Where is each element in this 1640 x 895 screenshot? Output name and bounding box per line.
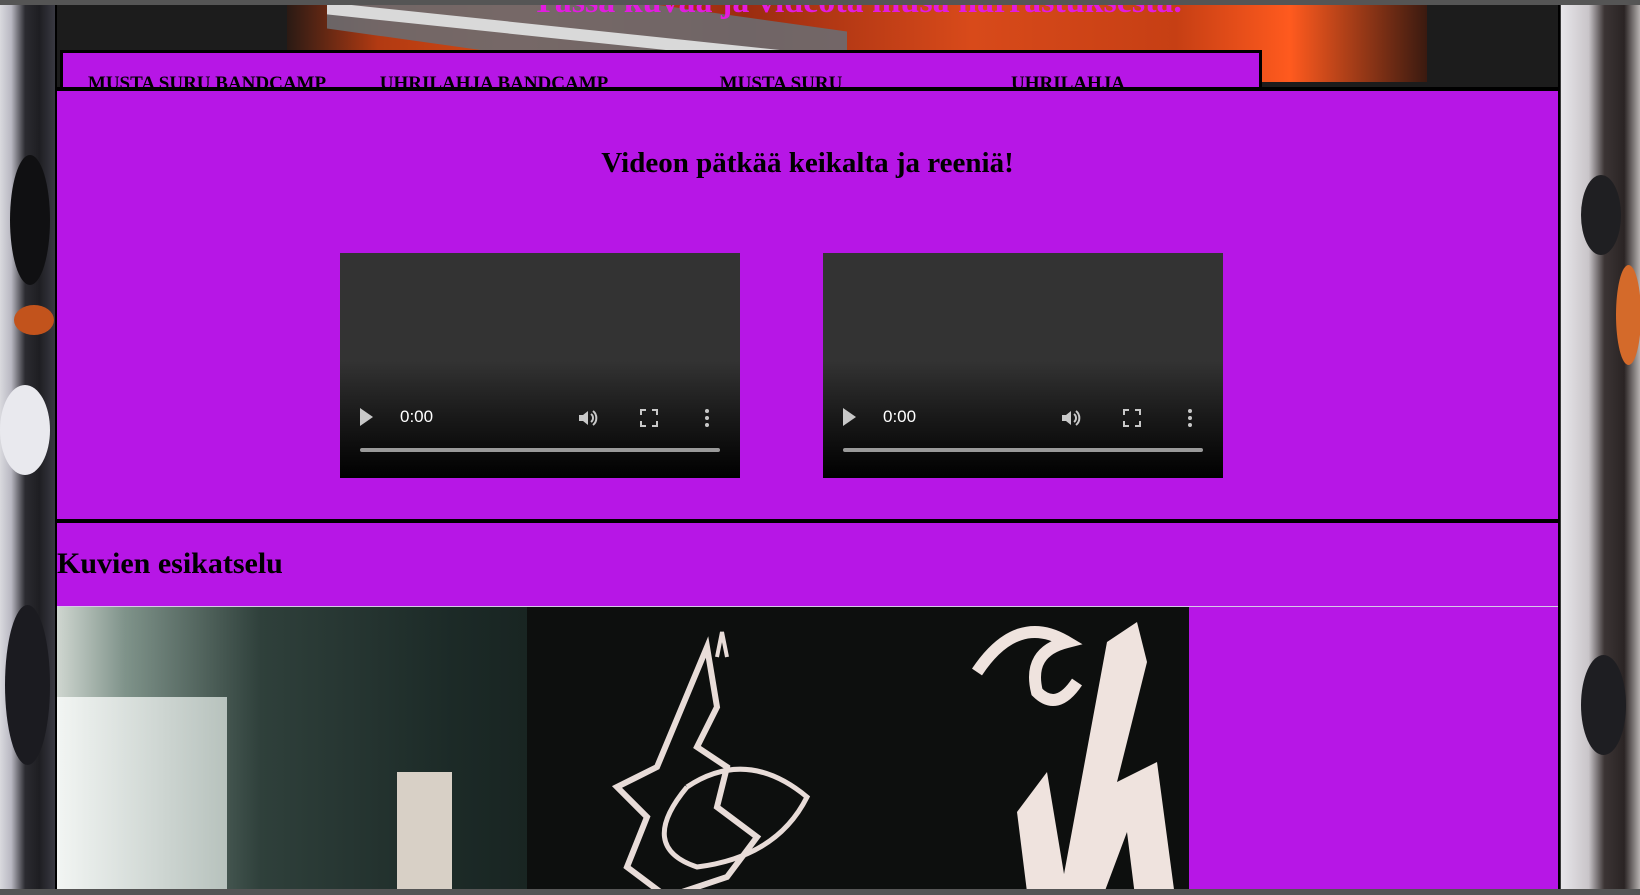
band-logo-letters bbox=[972, 622, 1175, 893]
fullscreen-icon[interactable] bbox=[1123, 409, 1141, 427]
volume-icon[interactable] bbox=[1061, 409, 1083, 427]
video-time: 0:00 bbox=[883, 407, 917, 426]
photo-detail bbox=[397, 772, 452, 893]
videos-heading: Videon pätkää keikalta ja reeniä! bbox=[601, 147, 1014, 179]
video-progress-bar[interactable] bbox=[843, 448, 1203, 452]
image-preview-section: Kuvien esikatselu bbox=[57, 519, 1558, 893]
preview-heading: Kuvien esikatselu bbox=[57, 547, 283, 580]
videos-section: Videon pätkää keikalta ja reeniä! 0:00 0… bbox=[57, 87, 1558, 519]
page-container: Tässä kuvaa ja videota musa harrastukses… bbox=[55, 5, 1560, 893]
volume-icon[interactable] bbox=[578, 409, 600, 427]
photo-detail bbox=[57, 697, 227, 893]
more-options-icon[interactable] bbox=[1188, 408, 1192, 428]
play-icon[interactable] bbox=[843, 408, 856, 426]
banner-title: Tässä kuvaa ja videota musa harrastukses… bbox=[287, 5, 1427, 21]
more-options-icon[interactable] bbox=[705, 408, 709, 428]
video-progress-bar[interactable] bbox=[360, 448, 720, 452]
preview-image[interactable] bbox=[57, 607, 1189, 893]
band-logo-graphic bbox=[611, 631, 811, 893]
play-icon[interactable] bbox=[360, 408, 373, 426]
fullscreen-icon[interactable] bbox=[640, 409, 658, 427]
browser-bottom-edge bbox=[0, 889, 1640, 895]
background-photo-left bbox=[0, 5, 56, 889]
video-time: 0:00 bbox=[400, 407, 434, 426]
video-player[interactable]: 0:00 bbox=[823, 253, 1223, 478]
video-player[interactable]: 0:00 bbox=[340, 253, 740, 478]
background-photo-right bbox=[1561, 5, 1640, 889]
